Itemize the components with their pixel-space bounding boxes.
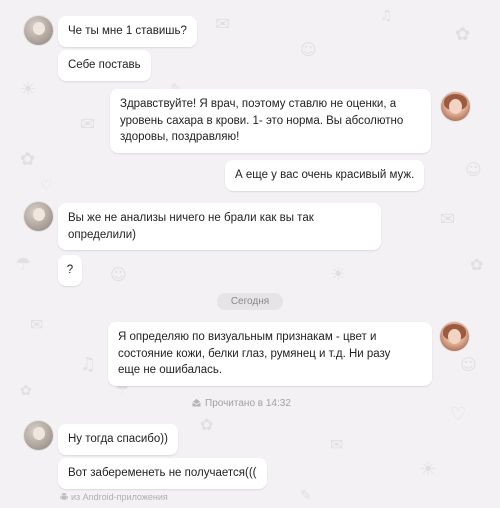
svg-text:♡: ♡ xyxy=(40,178,53,194)
message-text-3-line-1: Здравствуйте! Я врач, поэтому ставлю не … xyxy=(120,98,397,110)
read-status-text: Прочитано в 14:32 xyxy=(205,398,291,409)
sender-avatar-2[interactable] xyxy=(24,202,53,231)
svg-text:☀: ☀ xyxy=(330,264,346,285)
message-text-2: Себе поставь xyxy=(68,59,141,71)
sender-avatar-1[interactable] xyxy=(24,16,53,45)
svg-text:✎: ✎ xyxy=(300,488,312,504)
chat-area[interactable]: ✉ ☺ ✿ ♫ ☀ ✎ ✉ ✿ ♡ ☺ ✉ ✿ ☂ ☺ ✎ ☀ ✉ ♫ ✿ ☺ … xyxy=(0,0,500,508)
message-bubble-2: Себе поставь xyxy=(58,50,151,81)
message-bubble-7: Я определяю по визуальным признакам - цв… xyxy=(108,322,432,386)
svg-text:✿: ✿ xyxy=(20,383,32,399)
message-bubble-3: Здравствуйте! Я врач, поэтому ставлю не … xyxy=(110,89,431,153)
message-text-3-line-2: уровень сахара в крови. 1- это норма. Вы… xyxy=(120,114,404,127)
read-status: Прочитано в 14:32 xyxy=(192,397,291,411)
svg-text:☀: ☀ xyxy=(420,459,436,480)
message-text-7-line-3: еще не ошибалась. xyxy=(118,364,223,376)
message-text-3-line-3: здоровы, поздравляю! xyxy=(120,131,240,143)
svg-text:☺: ☺ xyxy=(110,265,127,284)
svg-text:♡: ♡ xyxy=(450,404,466,425)
svg-text:☺: ☺ xyxy=(300,40,317,59)
svg-text:✉: ✉ xyxy=(30,315,43,334)
message-bubble-6: ? xyxy=(58,255,82,286)
svg-text:✉: ✉ xyxy=(440,209,455,230)
svg-text:✿: ✿ xyxy=(455,24,470,45)
recipient-avatar-1[interactable] xyxy=(441,92,470,121)
svg-text:✿: ✿ xyxy=(200,415,213,434)
client-note-text: из Android-приложения xyxy=(71,492,168,502)
date-separator: Сегодня xyxy=(217,293,283,310)
sender-avatar-3[interactable] xyxy=(24,421,53,450)
message-text-9: Вот забеременеть не получается((( xyxy=(68,467,257,479)
android-icon xyxy=(60,493,68,500)
message-text-4: А еще у вас очень красивый муж. xyxy=(235,169,415,181)
svg-text:♫: ♫ xyxy=(380,8,393,24)
svg-text:♫: ♫ xyxy=(80,354,96,375)
message-text-1: Че ты мне 1 ставишь? xyxy=(68,25,187,37)
svg-text:☂: ☂ xyxy=(15,254,31,275)
svg-text:✿: ✿ xyxy=(20,149,35,170)
svg-text:✿: ✿ xyxy=(470,255,483,274)
svg-text:☺: ☺ xyxy=(460,355,477,374)
message-bubble-9: Вот забеременеть не получается((( xyxy=(58,458,267,489)
svg-text:✉: ✉ xyxy=(215,14,230,35)
message-bubble-5: Вы же не анализы ничего не брали как вы … xyxy=(58,203,381,250)
svg-text:✉: ✉ xyxy=(330,435,343,454)
message-text-8: Ну тогда спасибо)) xyxy=(68,433,168,445)
message-text-5-line-1: Вы же не анализы ничего не брали как вы … xyxy=(68,212,314,224)
client-note: из Android-приложения xyxy=(60,491,168,503)
svg-text:✉: ✉ xyxy=(80,114,95,135)
message-bubble-8: Ну тогда спасибо)) xyxy=(58,424,178,455)
message-text-7-line-2: состояние кожи, белки глаз, румянец и т.… xyxy=(118,347,391,360)
svg-text:☀: ☀ xyxy=(20,79,36,100)
message-bubble-4: А еще у вас очень красивый муж. xyxy=(225,160,425,191)
message-bubble-1: Че ты мне 1 ставишь? xyxy=(58,16,197,47)
envelope-open-icon xyxy=(192,399,201,407)
message-text-5-line-2: определили) xyxy=(68,228,136,241)
svg-text:☺: ☺ xyxy=(465,160,482,179)
message-text-7-line-1: Я определяю по визуальным признакам - цв… xyxy=(118,331,377,343)
message-text-6: ? xyxy=(66,264,74,276)
recipient-avatar-2[interactable] xyxy=(440,322,469,351)
